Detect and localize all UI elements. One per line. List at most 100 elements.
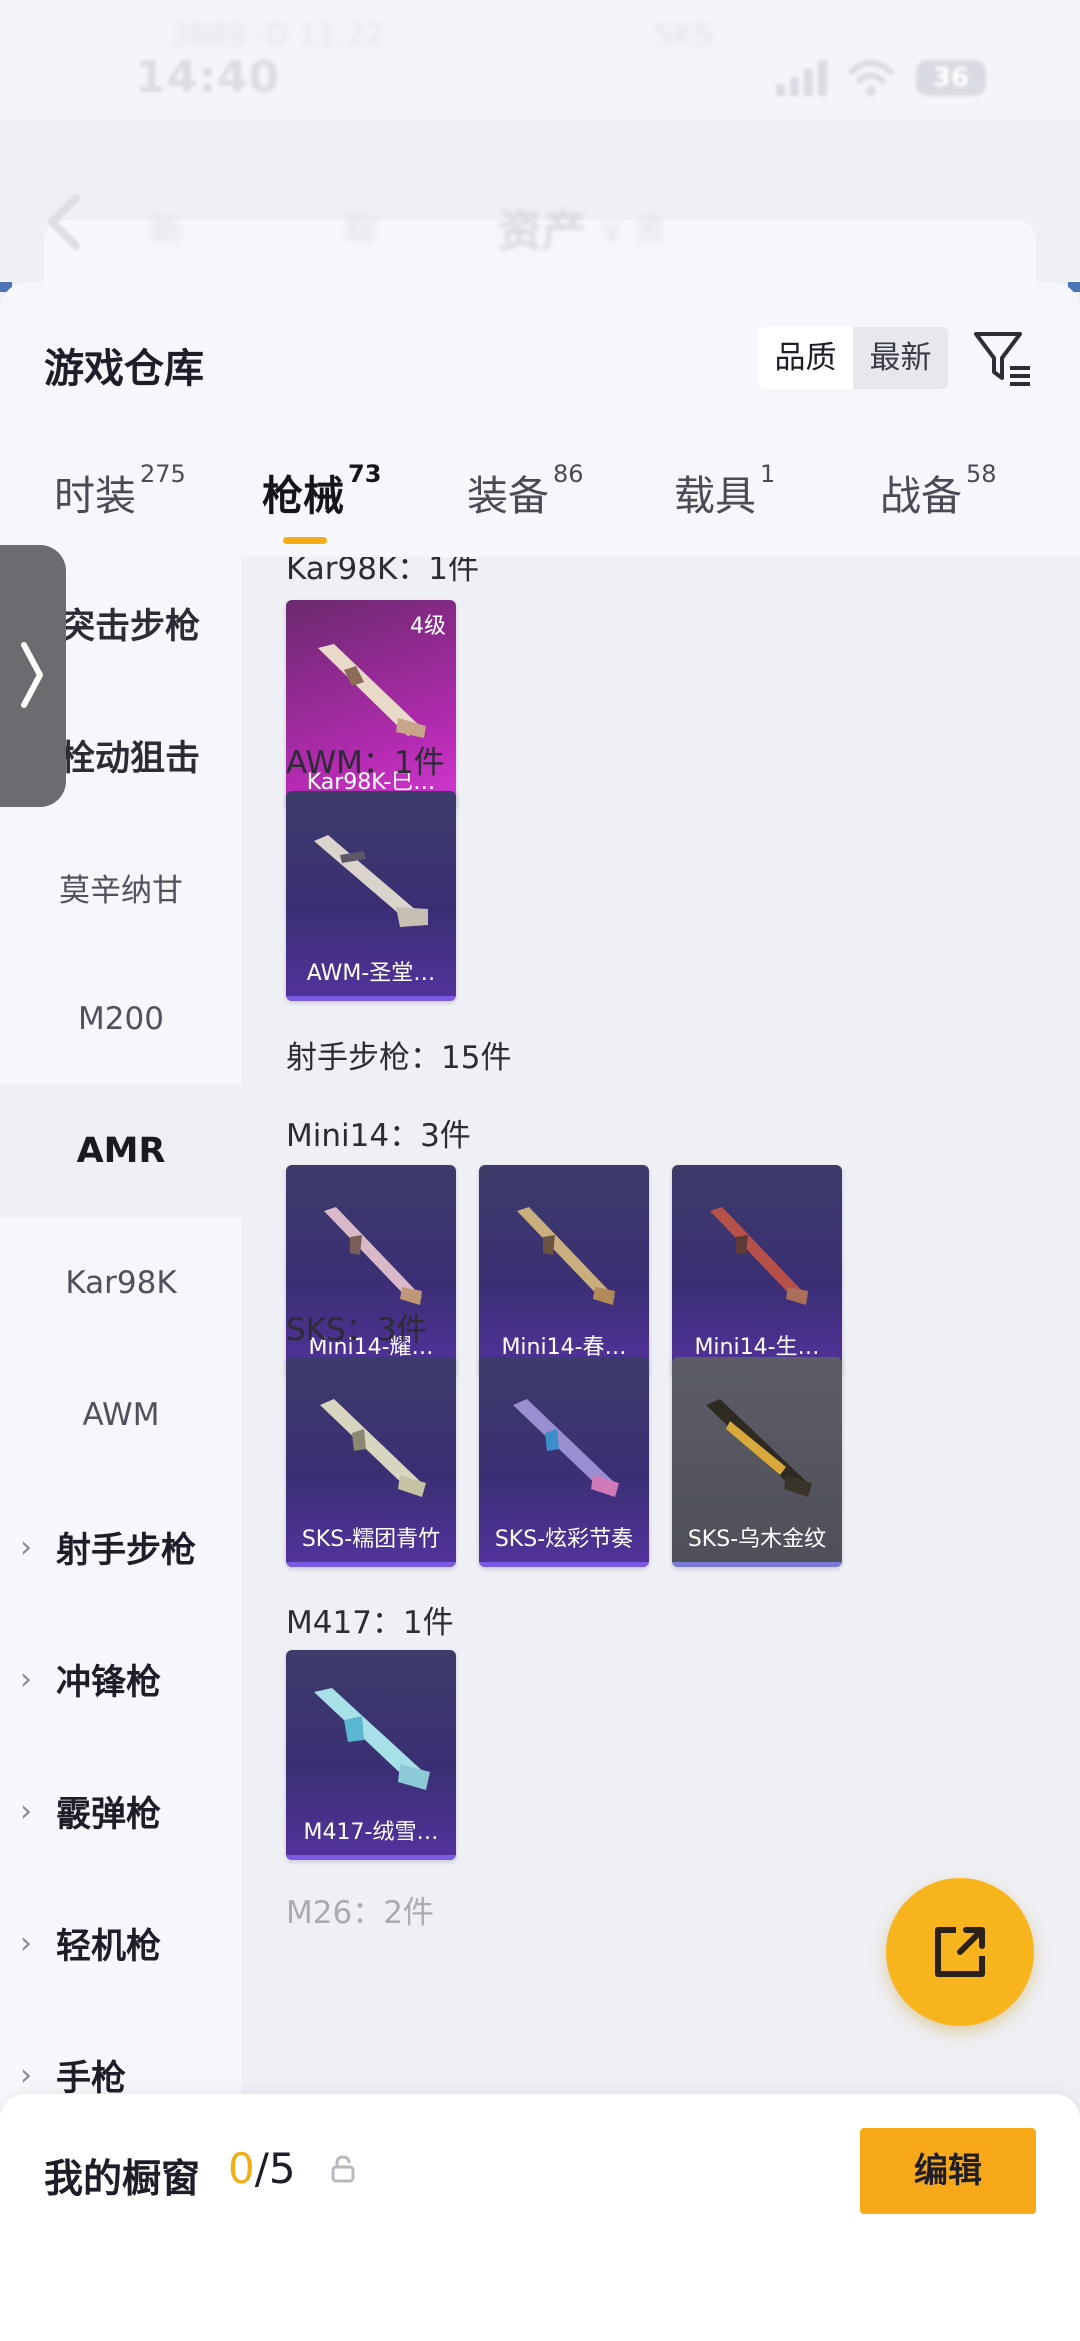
back-arrow-icon[interactable] xyxy=(42,192,88,252)
group-label: M417：1件 xyxy=(286,1605,454,1641)
rifle-icon xyxy=(324,1207,422,1305)
active-tab-indicator xyxy=(283,537,327,544)
tab-count: 73 xyxy=(348,460,382,488)
nav-ghost-item: 聊 xyxy=(345,211,378,249)
tab-vehicles[interactable]: 载具 1 xyxy=(674,460,776,542)
tab-combat-gear[interactable]: 战备 58 xyxy=(880,460,997,542)
chevron-right-icon: › xyxy=(20,2057,32,2093)
sidebar-item-label: 轻机枪 xyxy=(56,1926,162,1967)
showcase-current: 0 xyxy=(228,2144,255,2193)
tab-label: 载具 xyxy=(674,472,756,520)
sidebar-item-label: M200 xyxy=(78,1001,164,1037)
side-drawer-handle[interactable] xyxy=(0,545,66,807)
rifle-icon xyxy=(320,1399,426,1497)
item-card[interactable]: M417-绒雪… xyxy=(286,1650,456,1860)
rifle-icon xyxy=(314,1688,430,1790)
sidebar-item-mosin[interactable]: 莫辛纳甘 xyxy=(0,821,242,953)
item-card[interactable]: AWM-圣堂… xyxy=(286,791,456,1001)
group-label: SKS：3件 xyxy=(286,1312,428,1348)
rarity-line xyxy=(286,1855,456,1860)
sidebar-item-label: 突击步枪 xyxy=(60,606,201,647)
group-label: Kar98K：1件 xyxy=(286,557,480,587)
item-card[interactable]: SKS-糯团青竹 xyxy=(286,1357,456,1567)
chevron-right-icon xyxy=(21,642,43,708)
item-card[interactable]: Mini14-春… xyxy=(479,1165,649,1375)
item-name: AWM-圣堂… xyxy=(306,961,436,986)
chevron-right-icon: › xyxy=(20,1925,32,1961)
warehouse-sheet: 游戏仓库 品质 最新 时装 275 枪械 73 装备 86 载具 1 战备 58… xyxy=(0,282,1080,2341)
item-name: SKS-炫彩节奏 xyxy=(494,1527,634,1552)
sidebar-item-label: 莫辛纳甘 xyxy=(59,872,183,909)
chevron-right-icon: › xyxy=(20,1529,32,1565)
tab-guns[interactable]: 枪械 73 xyxy=(262,460,382,542)
tab-label: 装备 xyxy=(467,472,549,520)
filter-icon[interactable] xyxy=(972,328,1034,390)
sidebar-item-smg[interactable]: › 冲锋枪 xyxy=(0,1613,242,1745)
showcase-title: 我的橱窗 xyxy=(44,2157,201,2202)
tab-count: 86 xyxy=(553,460,584,488)
rarity-line xyxy=(672,1562,842,1567)
status-ghost-text-right: SKS xyxy=(655,18,713,53)
tab-count: 275 xyxy=(140,460,186,488)
rarity-line xyxy=(479,1562,649,1567)
sidebar-item-awm[interactable]: AWM xyxy=(0,1349,242,1481)
edit-button[interactable]: 编辑 xyxy=(860,2128,1036,2214)
sheet-header: 游戏仓库 品质 最新 时装 275 枪械 73 装备 86 载具 1 战备 58 xyxy=(0,282,1080,557)
nav-ghost-item: 新 xyxy=(150,211,183,249)
chevron-right-icon: › xyxy=(20,1793,32,1829)
group-label: Mini14：3件 xyxy=(286,1118,471,1154)
sidebar-item-label: Kar98K xyxy=(65,1265,177,1301)
sidebar-item-shotgun[interactable]: › 霰弹枪 xyxy=(0,1745,242,1877)
battery-indicator: 36 xyxy=(916,60,986,96)
sidebar-item-kar98k[interactable]: Kar98K xyxy=(0,1217,242,1349)
share-button[interactable] xyxy=(886,1878,1034,2026)
rifle-icon xyxy=(706,1399,812,1497)
sort-latest-button[interactable]: 最新 xyxy=(853,327,948,389)
sidebar-item-amr[interactable]: AMR xyxy=(0,1085,242,1217)
lock-icon xyxy=(331,2155,355,2183)
group-label: 射手步枪：15件 xyxy=(286,1040,512,1076)
signal-icon xyxy=(776,60,828,96)
tab-count: 58 xyxy=(966,460,997,488)
rifle-icon xyxy=(513,1399,619,1497)
tab-count: 1 xyxy=(760,460,776,488)
nav-title: 资产 xyxy=(498,206,586,257)
sidebar-item-m200[interactable]: M200 xyxy=(0,953,242,1085)
item-name: SKS-糯团青竹 xyxy=(301,1527,441,1552)
sidebar-item-label: 冲锋枪 xyxy=(56,1662,162,1703)
group-label: M26：2件 xyxy=(286,1895,434,1931)
sidebar-item-label: 射手步枪 xyxy=(56,1530,197,1571)
tab-equipment[interactable]: 装备 86 xyxy=(467,460,584,542)
nav-ghost-item: ∨ 资 xyxy=(600,211,666,249)
rifle-icon xyxy=(517,1207,615,1305)
status-time: 14:40 xyxy=(135,52,281,103)
share-icon xyxy=(935,1927,985,1977)
rarity-line xyxy=(286,996,456,1001)
item-grid: Kar98K：1件 4级 Kar98K-巳… AWM：1件 AWM-圣堂… 射手… xyxy=(242,557,1080,2341)
sidebar-item-lmg[interactable]: › 轻机枪 xyxy=(0,1877,242,2009)
sidebar-item-marksman-rifle[interactable]: › 射手步枪 xyxy=(0,1481,242,1613)
item-card[interactable]: Mini14-生… xyxy=(672,1165,842,1375)
item-name: M417-绒雪… xyxy=(303,1820,439,1845)
sniper-rifle-icon xyxy=(314,835,428,927)
rarity-line xyxy=(286,1562,456,1567)
sidebar-item-label: 栓动狙击 xyxy=(60,738,201,779)
group-label: AWM：1件 xyxy=(286,745,445,781)
item-card[interactable]: SKS-乌木金纹 xyxy=(672,1357,842,1567)
showcase-counter: 0/5 xyxy=(228,2144,296,2193)
category-sidebar: 突击步枪 栓动狙击 莫辛纳甘 M200 AMR Kar98K AWM › 射手步… xyxy=(0,557,242,2341)
item-card[interactable]: SKS-炫彩节奏 xyxy=(479,1357,649,1567)
sidebar-item-label: 手枪 xyxy=(56,2058,127,2099)
tab-label: 枪械 xyxy=(262,472,344,520)
sort-quality-button[interactable]: 品质 xyxy=(758,327,853,389)
chevron-right-icon: › xyxy=(20,1661,32,1697)
status-ghost-text: 3889 ·D 11:22 xyxy=(170,18,385,53)
tab-label: 时装 xyxy=(54,472,136,520)
sort-toggle: 品质 最新 xyxy=(758,327,948,389)
rifle-icon xyxy=(710,1207,808,1305)
tab-fashion[interactable]: 时装 275 xyxy=(54,460,186,542)
tab-label: 战备 xyxy=(880,472,962,520)
sidebar-item-label: AMR xyxy=(76,1131,166,1171)
sidebar-item-label: 霰弹枪 xyxy=(56,1794,162,1835)
category-tabs: 时装 275 枪械 73 装备 86 载具 1 战备 58 xyxy=(0,460,1080,542)
